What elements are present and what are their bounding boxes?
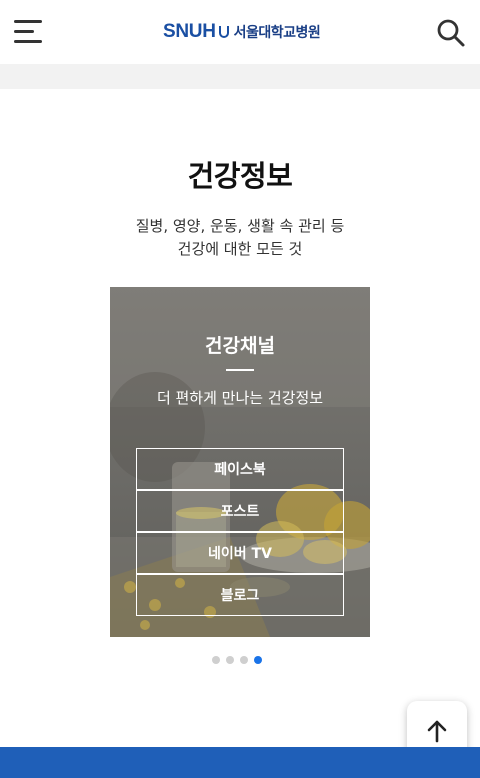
section-title: 건강정보 — [187, 159, 293, 193]
header: SNUH 서울대학교병원 — [0, 0, 480, 64]
search-button[interactable] — [436, 18, 466, 48]
facebook-link-button[interactable]: 페이스북 — [136, 448, 344, 490]
hamburger-menu-icon — [14, 20, 42, 23]
hamburger-line — [14, 40, 42, 43]
card-subtitle: 더 편하게 만나는 건강정보 — [156, 389, 324, 407]
footer-bar — [0, 747, 480, 778]
card-title: 건강채널 — [205, 335, 275, 357]
health-channel-card: 건강채널 더 편하게 만나는 건강정보 페이스북 포스트 네이버 TV 블로그 — [110, 287, 370, 637]
logo-name: 서울대학교병원 — [233, 25, 321, 41]
section-description-line-2: 건강에 대한 모든 것 — [177, 240, 303, 258]
blog-link-button[interactable]: 블로그 — [136, 574, 344, 616]
header-divider-band — [0, 64, 480, 89]
card-title-divider — [226, 369, 254, 371]
section-description-line-1: 질병, 영양, 운동, 생활 속 관리 등 — [135, 217, 345, 235]
logo-mark: SNUH — [163, 21, 216, 42]
carousel-dot[interactable] — [226, 656, 234, 664]
carousel-dot[interactable] — [212, 656, 220, 664]
search-icon — [437, 19, 465, 47]
naver-tv-link-button[interactable]: 네이버 TV — [136, 532, 344, 574]
menu-button[interactable] — [14, 20, 44, 44]
hamburger-line — [14, 30, 34, 33]
site-logo[interactable]: SNUH 서울대학교병원 — [163, 20, 321, 44]
logo-emblem-icon — [218, 26, 229, 38]
carousel-dot-active[interactable] — [254, 656, 262, 664]
carousel-dot[interactable] — [240, 656, 248, 664]
carousel-pagination — [212, 656, 262, 664]
post-link-button[interactable]: 포스트 — [136, 490, 344, 532]
arrow-up-icon — [427, 720, 447, 743]
section-description: 질병, 영양, 운동, 생활 속 관리 등 건강에 대한 모든 것 — [0, 215, 480, 261]
